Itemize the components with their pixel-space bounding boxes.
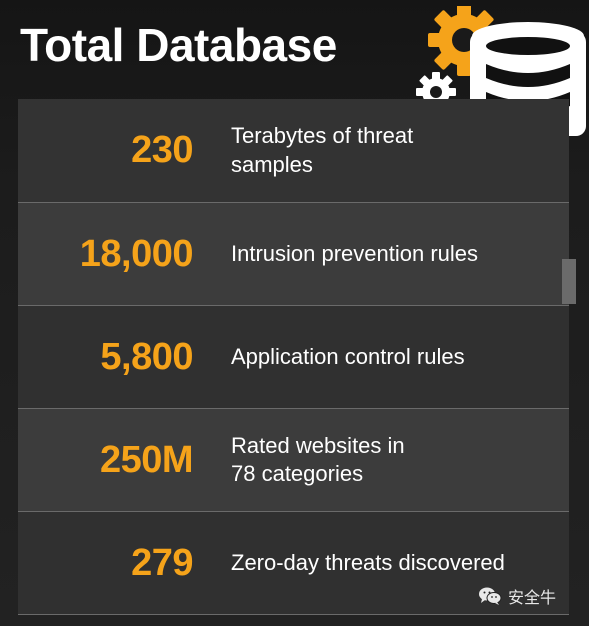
stat-row: 5,800 Application control rules — [18, 306, 569, 409]
watermark-text: 安全牛 — [508, 588, 557, 607]
stats-table: 230 Terabytes of threat samples 18,000 I… — [18, 99, 569, 615]
stat-description-line: samples — [231, 151, 313, 177]
stat-description: Terabytes of threat samples — [231, 122, 551, 178]
stat-description: Rated websites in 78 categories — [231, 432, 551, 488]
stat-description: Zero-day threats discovered — [231, 549, 551, 577]
stat-description-line: Rated websites in — [231, 432, 405, 458]
stat-value: 18,000 — [79, 232, 194, 275]
stat-value: 5,800 — [100, 335, 193, 378]
side-tab — [562, 259, 576, 304]
stat-description-line: 78 categories — [231, 461, 364, 486]
stat-row: 230 Terabytes of threat samples — [18, 99, 569, 203]
stat-description: Application control rules — [231, 343, 551, 371]
stat-row: 18,000 Intrusion prevention rules — [18, 203, 569, 306]
page-title: Total Database — [20, 19, 337, 71]
watermark: 安全牛 — [478, 584, 556, 608]
stat-description-line: Terabytes of threat — [231, 123, 414, 149]
stat-value: 250M — [99, 438, 194, 481]
wechat-icon — [479, 587, 502, 605]
stat-description-line: Zero-day threats discovered — [231, 549, 505, 575]
stat-value: 279 — [131, 541, 193, 584]
stat-description-line: Intrusion prevention rules — [231, 240, 479, 266]
stat-row: 250M Rated websites in 78 categories — [18, 409, 569, 512]
stat-description-line: Application control rules — [231, 343, 465, 369]
stat-description: Intrusion prevention rules — [231, 240, 551, 268]
stat-value: 230 — [131, 129, 193, 171]
